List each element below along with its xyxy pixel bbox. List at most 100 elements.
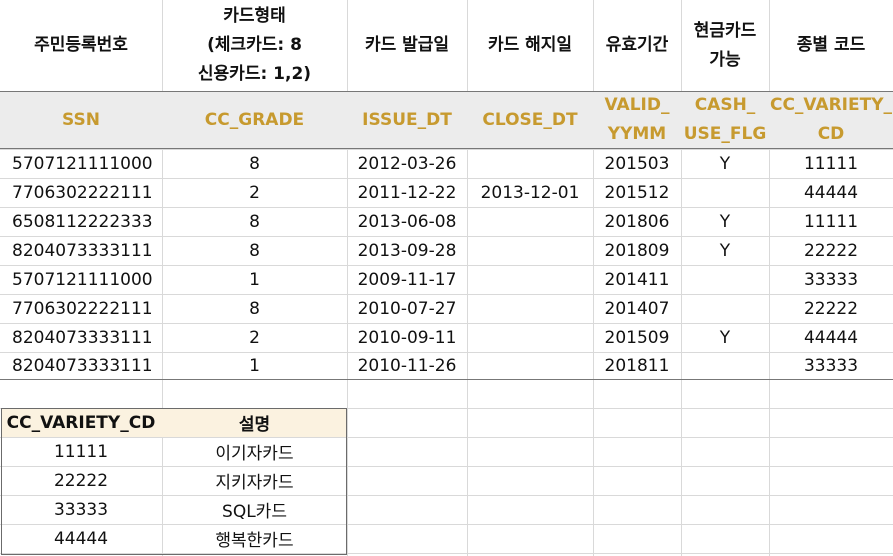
lookup-cell[interactable]: 이기자카드	[162, 437, 347, 466]
table-cell[interactable]: 44444	[769, 178, 893, 207]
table-cell[interactable]: 201809	[593, 236, 681, 265]
table-cell[interactable]: Y	[681, 236, 769, 265]
table-cell[interactable]: 2010-09-11	[347, 323, 467, 352]
table-cell[interactable]: 5707121111000	[0, 265, 162, 294]
header-en-label: USE_FLG	[683, 124, 767, 144]
header-kr-cell[interactable]: 유효기간	[593, 0, 681, 91]
table-cell[interactable]: 2011-12-22	[347, 178, 467, 207]
table-cell[interactable]	[467, 207, 593, 236]
header-en-label: CC_VARIETY_	[769, 95, 893, 115]
lookup-cell[interactable]: 지키자카드	[162, 466, 347, 495]
header-en-label: CC_GRADE	[204, 109, 305, 130]
table-cell[interactable]	[467, 236, 593, 265]
table-cell[interactable]: 201509	[593, 323, 681, 352]
header-kr-cell[interactable]: 현금카드가능	[681, 0, 769, 91]
table-cell[interactable]: 201503	[593, 149, 681, 178]
table-cell[interactable]: 2013-09-28	[347, 236, 467, 265]
header-kr-label: 가능	[709, 49, 741, 70]
header-en-cell[interactable]: SSN	[0, 92, 162, 148]
header-kr-label: 종별 코드	[796, 35, 866, 55]
table-cell[interactable]: 11111	[769, 207, 893, 236]
table-cell[interactable]: 8204073333111	[0, 236, 162, 265]
table-cell[interactable]	[467, 149, 593, 178]
table-cell[interactable]	[467, 352, 593, 379]
table-cell[interactable]: 22222	[769, 236, 893, 265]
table-cell[interactable]: 201407	[593, 294, 681, 323]
spreadsheet: 주민등록번호 카드형태 (체크카드: 8 신용카드: 1,2) 카드 발급일 카드 해지일…	[0, 0, 893, 556]
table-cell[interactable]: 8204073333111	[0, 323, 162, 352]
header-kr-cell[interactable]: 카드 해지일	[467, 0, 593, 91]
table-cell[interactable]: 1	[162, 265, 347, 294]
lookup-header-cell[interactable]: 설명	[162, 408, 347, 437]
header-kr-label: 현금카드	[693, 20, 757, 41]
table-cell[interactable]: 11111	[769, 149, 893, 178]
lookup-cell[interactable]: 11111	[0, 437, 162, 466]
header-kr-label: (체크카드: 8	[207, 35, 302, 55]
table-cell[interactable]	[467, 294, 593, 323]
header-en-cell[interactable]: ISSUE_DT	[347, 92, 467, 148]
table-cell[interactable]	[681, 352, 769, 379]
table-cell[interactable]: 2010-11-26	[347, 352, 467, 379]
table-cell[interactable]: 8	[162, 236, 347, 265]
header-en-cell[interactable]: CC_GRADE	[162, 92, 347, 148]
table-cell[interactable]: 201512	[593, 178, 681, 207]
table-cell[interactable]	[467, 323, 593, 352]
table-cell[interactable]: 33333	[769, 265, 893, 294]
table-cell[interactable]: 2013-06-08	[347, 207, 467, 236]
header-kr-label: 신용카드: 1,2)	[197, 64, 312, 84]
table-cell[interactable]: 6508112222333	[0, 207, 162, 236]
table-cell[interactable]: 8204073333111	[0, 352, 162, 379]
table-cell[interactable]: 1	[162, 352, 347, 379]
table-cell[interactable]: 7706302222111	[0, 178, 162, 207]
table-cell[interactable]: 2	[162, 323, 347, 352]
lookup-cell[interactable]: 33333	[0, 495, 162, 524]
table-cell[interactable]: Y	[681, 149, 769, 178]
table-cell[interactable]: 2009-11-17	[347, 265, 467, 294]
header-en-label: CD	[817, 124, 845, 144]
table-cell[interactable]: 2	[162, 178, 347, 207]
header-kr-label: 카드형태	[223, 6, 286, 26]
table-cell[interactable]: 8	[162, 149, 347, 178]
header-en-cell[interactable]: CC_VARIETY_ CD	[769, 92, 893, 148]
table-cell[interactable]	[681, 178, 769, 207]
header-en-cell[interactable]: VALID_ YYMM	[593, 92, 681, 148]
table-cell[interactable]: 22222	[769, 294, 893, 323]
table-cell[interactable]: 201411	[593, 265, 681, 294]
header-en-cell[interactable]: CLOSE_DT	[467, 92, 593, 148]
table-cell[interactable]: Y	[681, 323, 769, 352]
lookup-cell[interactable]: 22222	[0, 466, 162, 495]
header-kr-label: 주민등록번호	[34, 35, 128, 55]
header-kr-cell[interactable]: 주민등록번호	[0, 0, 162, 91]
table-cell[interactable]: 8	[162, 294, 347, 323]
table-cell[interactable]: 201811	[593, 352, 681, 379]
table-cell[interactable]: 5707121111000	[0, 149, 162, 178]
lookup-cell[interactable]: 44444	[0, 524, 162, 553]
table-cell[interactable]	[467, 265, 593, 294]
header-en-label: ISSUE_DT	[362, 109, 452, 130]
header-en-label: SSN	[62, 109, 100, 130]
table-cell[interactable]	[681, 294, 769, 323]
header-kr-label: 유효기간	[605, 35, 669, 55]
header-kr-label: 카드 발급일	[364, 35, 450, 55]
header-kr-cell[interactable]: 카드형태 (체크카드: 8 신용카드: 1,2)	[162, 0, 347, 91]
header-en-label: CASH_	[694, 95, 756, 115]
lookup-cell[interactable]: SQL카드	[162, 495, 347, 524]
header-en-label: YYMM	[607, 124, 667, 144]
table-cell[interactable]: 2013-12-01	[467, 178, 593, 207]
header-kr-cell[interactable]: 종별 코드	[769, 0, 893, 91]
lookup-cell[interactable]: 행복한카드	[162, 524, 347, 553]
table-cell[interactable]: 2010-07-27	[347, 294, 467, 323]
table-cell[interactable]: 44444	[769, 323, 893, 352]
table-cell[interactable]: 7706302222111	[0, 294, 162, 323]
table-cell[interactable]: 8	[162, 207, 347, 236]
table-bottom-border	[0, 379, 893, 380]
header-en-cell[interactable]: CASH_ USE_FLG	[681, 92, 769, 148]
table-cell[interactable]	[681, 265, 769, 294]
table-cell[interactable]: 33333	[769, 352, 893, 379]
table-cell[interactable]: Y	[681, 207, 769, 236]
lookup-header-cell[interactable]: CC_VARIETY_CD	[0, 408, 162, 437]
table-cell[interactable]: 2012-03-26	[347, 149, 467, 178]
table-cell[interactable]: 201806	[593, 207, 681, 236]
header-kr-cell[interactable]: 카드 발급일	[347, 0, 467, 91]
header-en-label: CLOSE_DT	[482, 109, 578, 130]
